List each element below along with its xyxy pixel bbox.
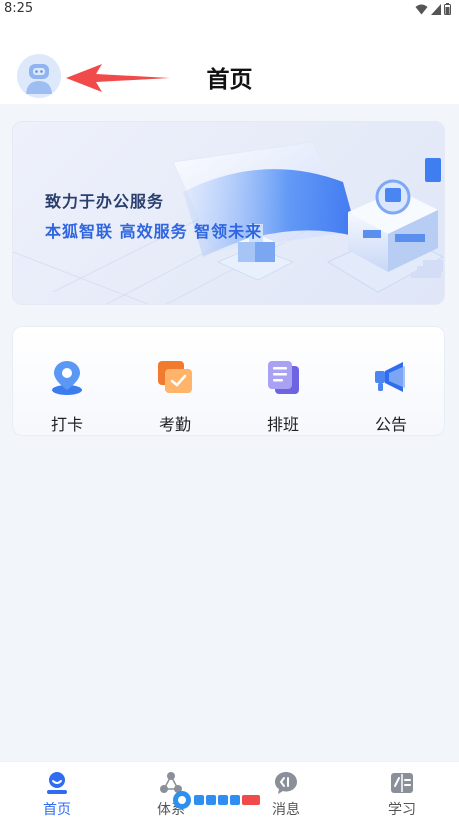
header: 首页: [0, 26, 459, 104]
menu-label-announcement: 公告: [374, 415, 407, 434]
message-icon: [275, 772, 297, 794]
status-time: 8:25: [4, 1, 34, 16]
status-bar: 8:25: [0, 0, 459, 26]
megaphone-icon: [375, 362, 405, 392]
nav-label-learning: 学习: [388, 802, 416, 818]
banner-illustration: [13, 141, 444, 304]
menu-item-attendance[interactable]: 考勤: [121, 357, 229, 435]
status-icons: [415, 3, 451, 15]
book-icon: [391, 773, 413, 793]
attendance-check-icon: [158, 361, 192, 393]
schedule-clipboard-icon: [268, 361, 299, 394]
battery-icon: [444, 3, 451, 15]
promo-banner[interactable]: 致力于办公服务 本狐智联 高效服务 智领未来: [12, 121, 445, 305]
nav-label-home: 首页: [43, 802, 71, 818]
banner-subtitle: 本狐智联 高效服务 智领未来: [45, 222, 263, 241]
signal-icon: [431, 3, 441, 15]
page-title: 首页: [206, 67, 253, 93]
menu-item-clock-in[interactable]: 打卡: [13, 357, 121, 435]
quick-menu: 打卡 考勤 排班 公告: [12, 326, 445, 436]
location-pin-icon: [52, 361, 82, 395]
banner-title: 致力于办公服务: [45, 192, 165, 211]
home-icon: [47, 772, 67, 794]
menu-item-schedule[interactable]: 排班: [229, 357, 337, 435]
watermark-logo: [172, 788, 264, 816]
watermark-logo-icon: [173, 791, 262, 809]
menu-item-announcement[interactable]: 公告: [337, 357, 445, 435]
nav-item-home[interactable]: 首页: [0, 762, 114, 819]
menu-label-clock-in: 打卡: [50, 415, 83, 434]
menu-label-schedule: 排班: [266, 415, 299, 434]
nav-item-learning[interactable]: 学习: [345, 762, 459, 819]
wifi-icon: [415, 4, 428, 14]
menu-label-attendance: 考勤: [158, 415, 191, 434]
